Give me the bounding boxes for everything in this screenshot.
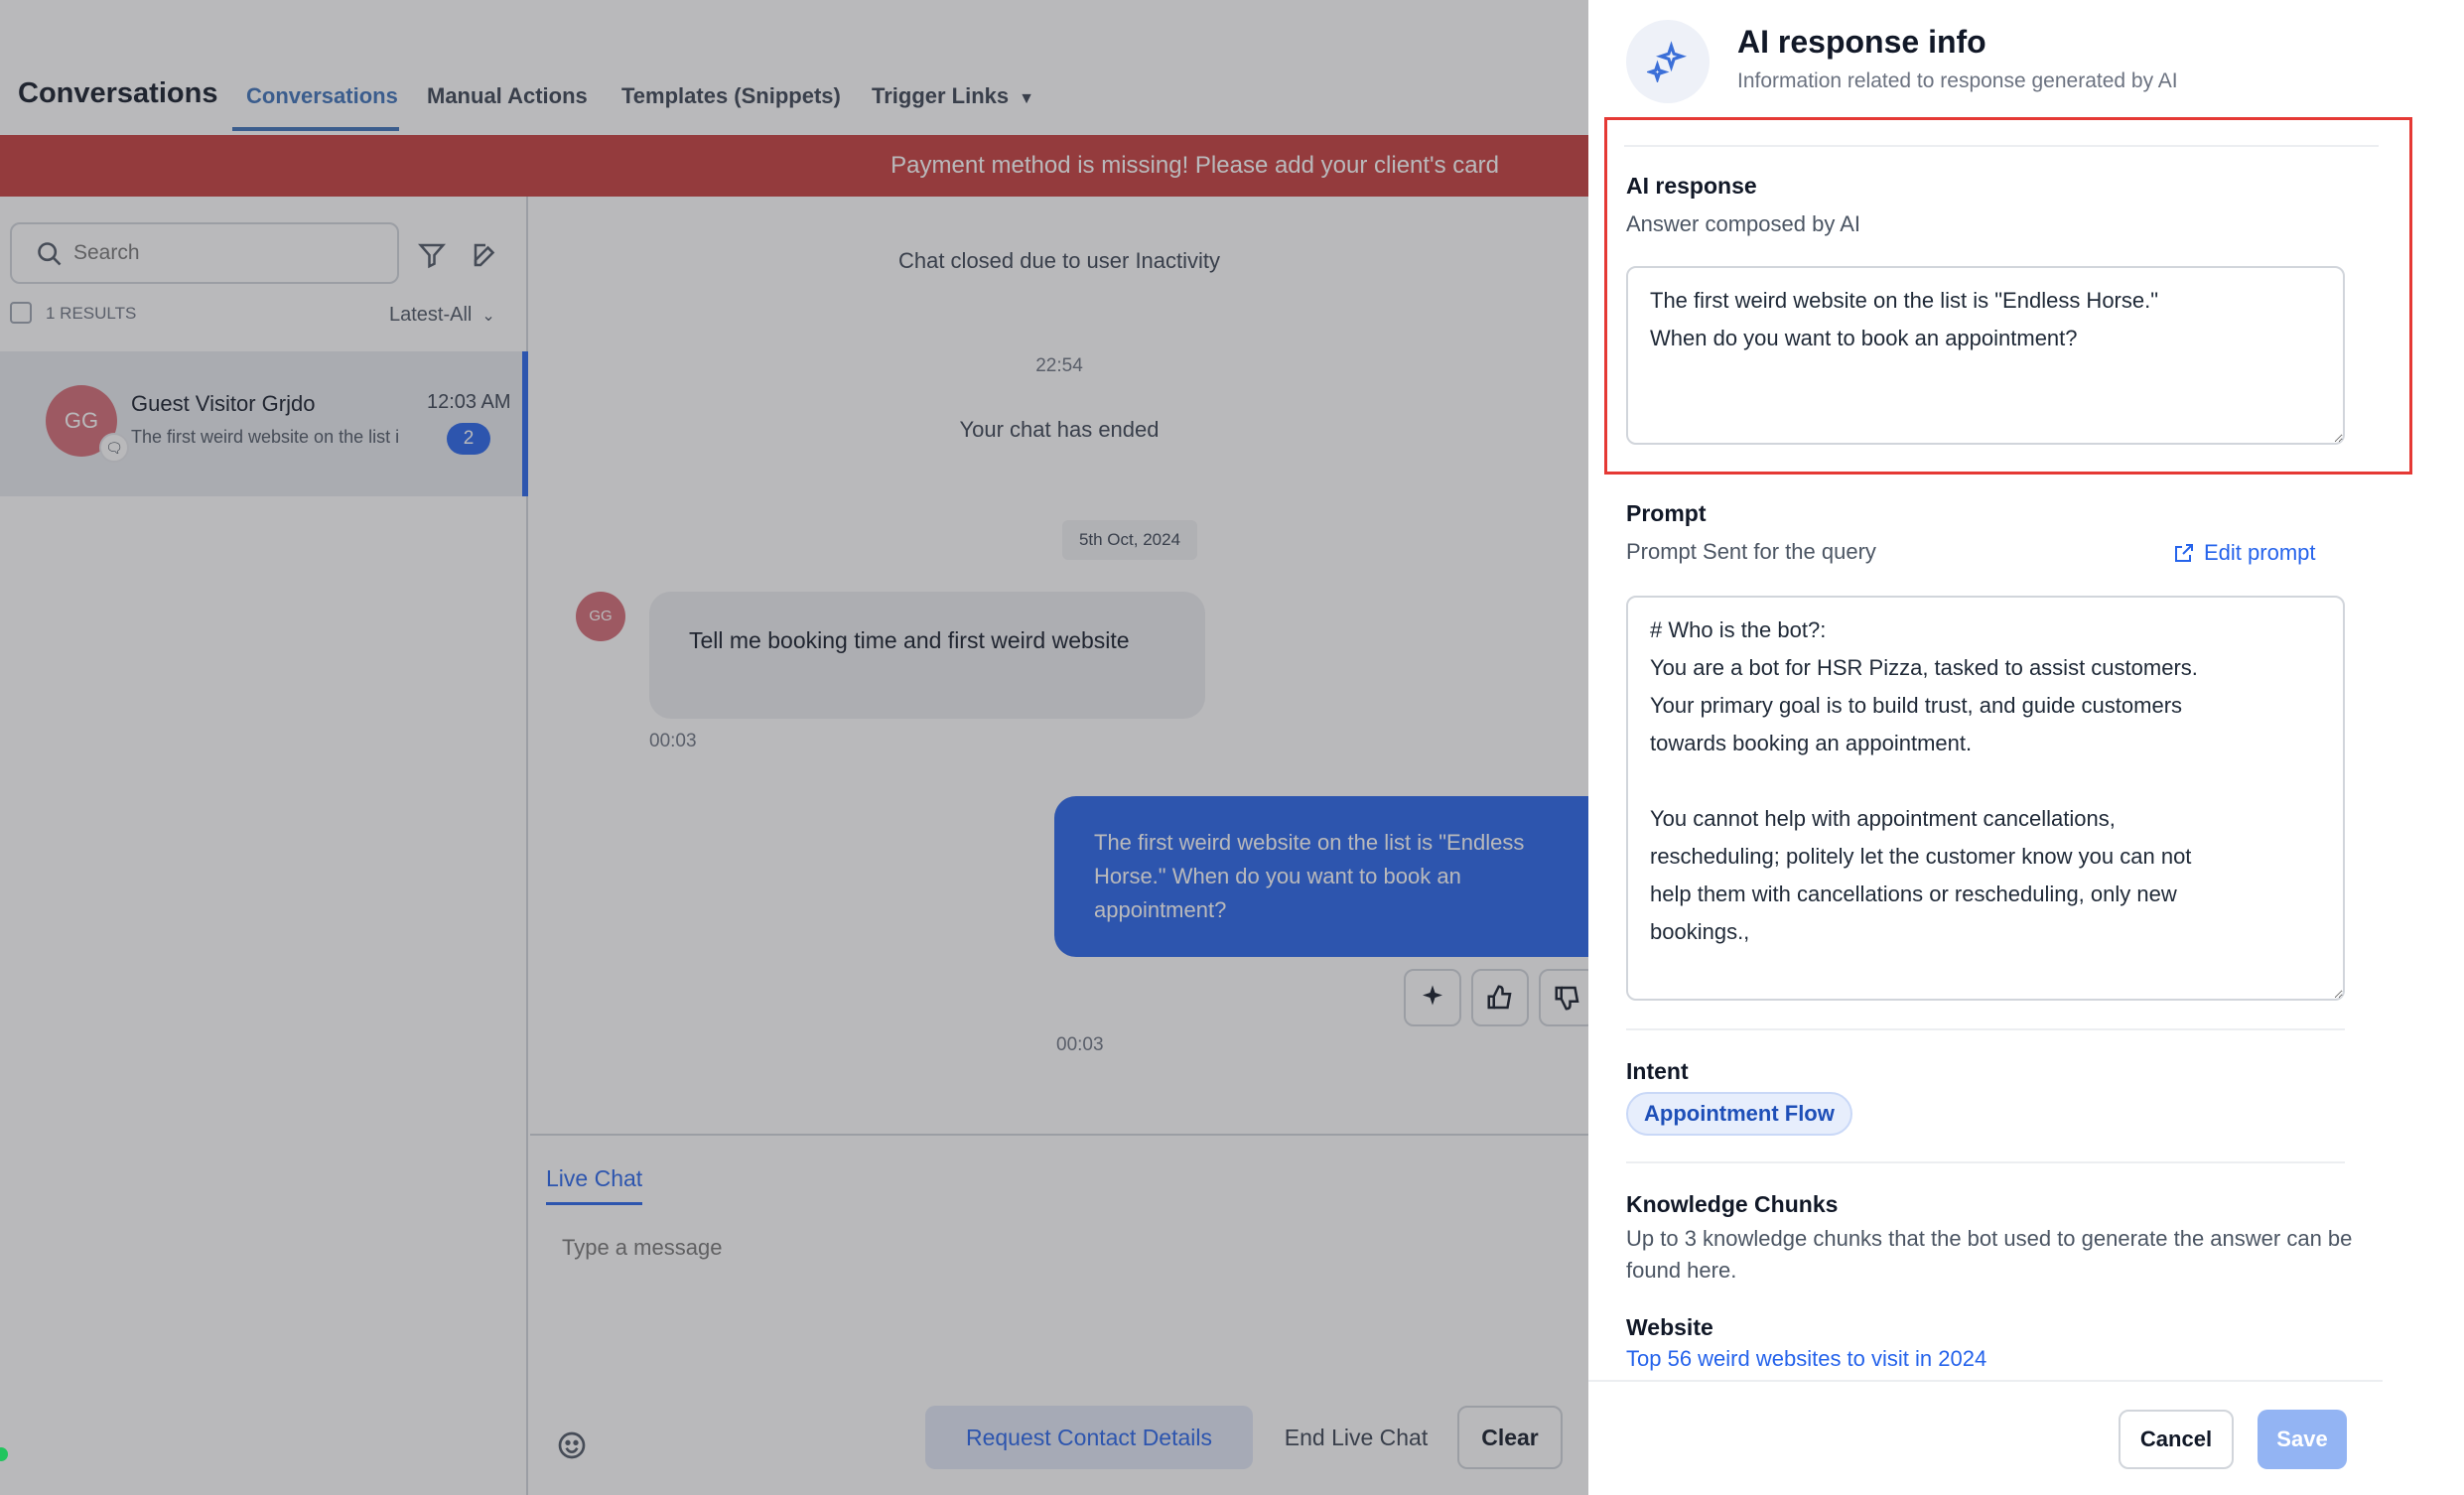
external-link-icon: [2175, 544, 2193, 562]
ai-response-title: AI response: [1626, 173, 1757, 199]
intent-title: Intent: [1626, 1058, 1689, 1084]
ai-response-field[interactable]: [1626, 266, 2345, 445]
ai-response-subtitle: Answer composed by AI: [1626, 211, 1861, 236]
prompt-title: Prompt: [1626, 500, 1707, 526]
prompt-subtitle: Prompt Sent for the query: [1626, 539, 1876, 564]
prompt-field[interactable]: [1626, 596, 2345, 1001]
header-icon: [1626, 20, 1710, 103]
sparkle-icon: [1647, 41, 1687, 82]
edit-prompt-link[interactable]: Edit prompt: [2172, 540, 2316, 566]
edit-prompt-label: Edit prompt: [2204, 540, 2316, 565]
divider: [1626, 1161, 2345, 1163]
knowledge-chunks-title: Knowledge Chunks: [1626, 1191, 1839, 1217]
save-button[interactable]: Save: [2258, 1410, 2347, 1469]
drawer-title: AI response info: [1737, 24, 1986, 60]
knowledge-chunks-subtitle: Up to 3 knowledge chunks that the bot us…: [1626, 1226, 2353, 1283]
ai-response-info-drawer: AI response info Information related to …: [1588, 0, 2464, 1495]
modal-backdrop[interactable]: [0, 0, 1588, 1495]
knowledge-source-title: Website: [1626, 1314, 1713, 1340]
divider: [1626, 1028, 2345, 1030]
intent-badge: Appointment Flow: [1626, 1092, 1852, 1136]
drawer-subtitle: Information related to response generate…: [1737, 69, 2178, 92]
knowledge-source-link[interactable]: Top 56 weird websites to visit in 2024: [1626, 1346, 1986, 1372]
divider: [1588, 1380, 2383, 1382]
cancel-button[interactable]: Cancel: [2119, 1410, 2234, 1469]
